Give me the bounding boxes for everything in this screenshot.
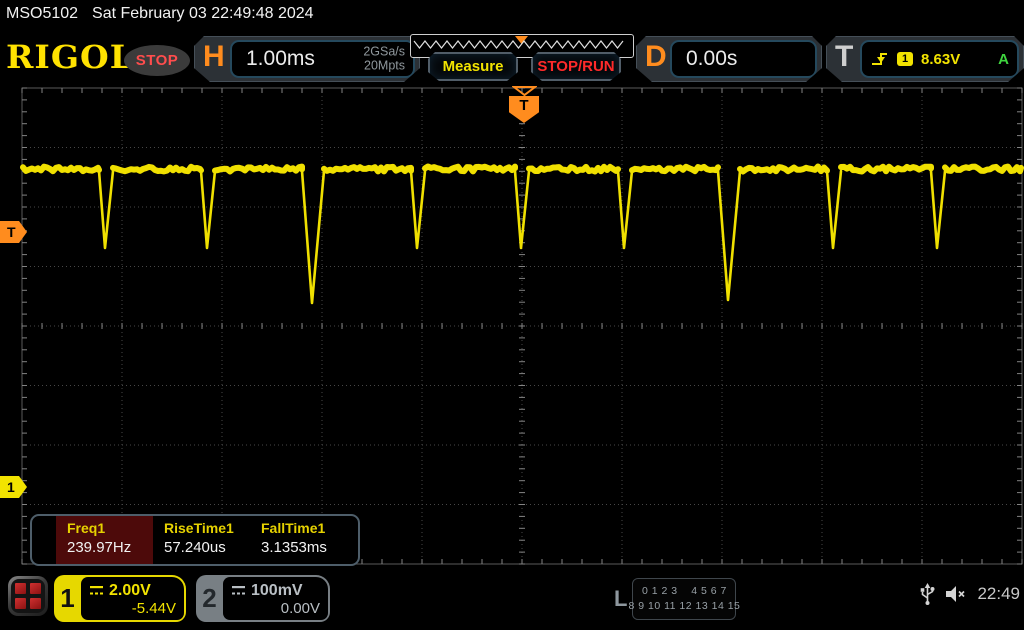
- trigger-panel: T 1 8.63V A: [826, 36, 1024, 82]
- bottom-bar: 1 2.00V -5.44V 2 100mV 0.00V L 0 1 2 3 4…: [0, 570, 1024, 630]
- usb-icon: [921, 583, 935, 605]
- channel1-offset: -5.44V: [131, 599, 176, 617]
- memory-depth: 20Mpts: [364, 59, 405, 73]
- header-bar: MSO5102 Sat February 03 22:49:48 2024 RI…: [0, 0, 1024, 84]
- measurement-panel-handle: [32, 516, 56, 564]
- horizontal-label: H: [203, 40, 225, 73]
- dc-coupling-icon: [90, 586, 103, 595]
- digital-channels-pill[interactable]: L 0 1 2 3 4 5 6 7 8 9 10 11 12 13 14 15: [614, 578, 740, 620]
- digital-channel-list: 0 1 2 3 4 5 6 7 8 9 10 11 12 13 14 15: [629, 578, 740, 620]
- sample-rate: 2GSa/s: [363, 44, 405, 59]
- datetime-text: Sat February 03 22:49:48 2024: [92, 5, 314, 22]
- measurement-risetime1[interactable]: RiseTime1 57.240us: [153, 516, 250, 564]
- trigger-level-marker[interactable]: T: [0, 221, 27, 243]
- channel1-status-pill[interactable]: 1 2.00V -5.44V: [54, 575, 186, 622]
- trigger-position-marker[interactable]: T: [509, 96, 539, 123]
- sample-rate-info: 2GSa/s 20Mpts: [363, 45, 405, 74]
- status-bar: MSO5102 Sat February 03 22:49:48 2024: [6, 5, 314, 23]
- digital-row-8-15: 8 9 10 11 12 13 14 15: [628, 600, 741, 612]
- trigger-label: T: [835, 40, 854, 73]
- measurement-value: 3.1353ms: [261, 539, 327, 556]
- trigger-position-triangle-icon: [512, 86, 537, 96]
- measure-button[interactable]: Measure: [428, 52, 518, 81]
- measurement-panel[interactable]: Freq1 239.97Hz RiseTime1 57.240us FallTi…: [30, 514, 360, 566]
- digital-row-0-7: 0 1 2 3 4 5 6 7: [642, 585, 727, 597]
- delay-panel: D 0.00s: [636, 36, 822, 82]
- system-tray: 22:49: [920, 582, 1020, 606]
- measurement-value: 239.97Hz: [67, 539, 132, 556]
- measurement-freq1[interactable]: Freq1 239.97Hz: [56, 516, 153, 564]
- stop-run-button[interactable]: STOP/RUN: [531, 52, 621, 81]
- delay-value: 0.00s: [686, 47, 738, 70]
- measurement-label: Freq1: [67, 520, 106, 536]
- rigol-logo: RIGOL: [6, 38, 134, 76]
- timebase-value: 1.00ms: [246, 47, 315, 70]
- trigger-level-value: 8.63V: [921, 50, 961, 68]
- clock-time: 22:49: [977, 584, 1020, 603]
- channel1-values: 2.00V -5.44V: [81, 577, 184, 620]
- channel2-status-pill[interactable]: 2 100mV 0.00V: [196, 575, 330, 622]
- trigger-box[interactable]: 1 8.63V A: [860, 40, 1019, 78]
- horizontal-panel: H 1.00ms 2GSa/s 20Mpts: [194, 36, 420, 82]
- trigger-source-badge: 1: [897, 52, 913, 66]
- channel2-values: 100mV 0.00V: [223, 577, 328, 620]
- channel1-scale: 2.00V: [109, 581, 151, 599]
- speaker-muted-icon: [946, 586, 966, 602]
- dc-coupling-icon: [232, 586, 245, 595]
- measurement-label: FallTime1: [261, 520, 326, 536]
- measurement-value: 57.240us: [164, 539, 226, 556]
- channel2-offset: 0.00V: [280, 599, 320, 617]
- channel2-scale: 100mV: [251, 581, 303, 599]
- menu-grid-icon: [11, 579, 45, 613]
- delay-box[interactable]: 0.00s: [670, 40, 817, 78]
- trigger-mode-indicator: A: [998, 50, 1009, 68]
- timebase-box[interactable]: 1.00ms 2GSa/s 20Mpts: [230, 40, 415, 78]
- delay-label: D: [645, 40, 667, 73]
- channel2-number: 2: [202, 583, 217, 613]
- digital-label: L: [614, 586, 628, 611]
- falling-edge-icon: [870, 51, 889, 67]
- model-name: MSO5102: [6, 5, 79, 22]
- menu-grid-button[interactable]: [8, 576, 48, 616]
- acquisition-status-badge[interactable]: STOP: [124, 45, 190, 76]
- channel1-offset-marker[interactable]: 1: [0, 476, 27, 498]
- measurement-falltime1[interactable]: FallTime1 3.1353ms: [250, 516, 347, 564]
- oscilloscope-screen: MSO5102 Sat February 03 22:49:48 2024 RI…: [0, 0, 1024, 630]
- measurement-label: RiseTime1: [164, 520, 234, 536]
- channel1-number: 1: [60, 583, 75, 613]
